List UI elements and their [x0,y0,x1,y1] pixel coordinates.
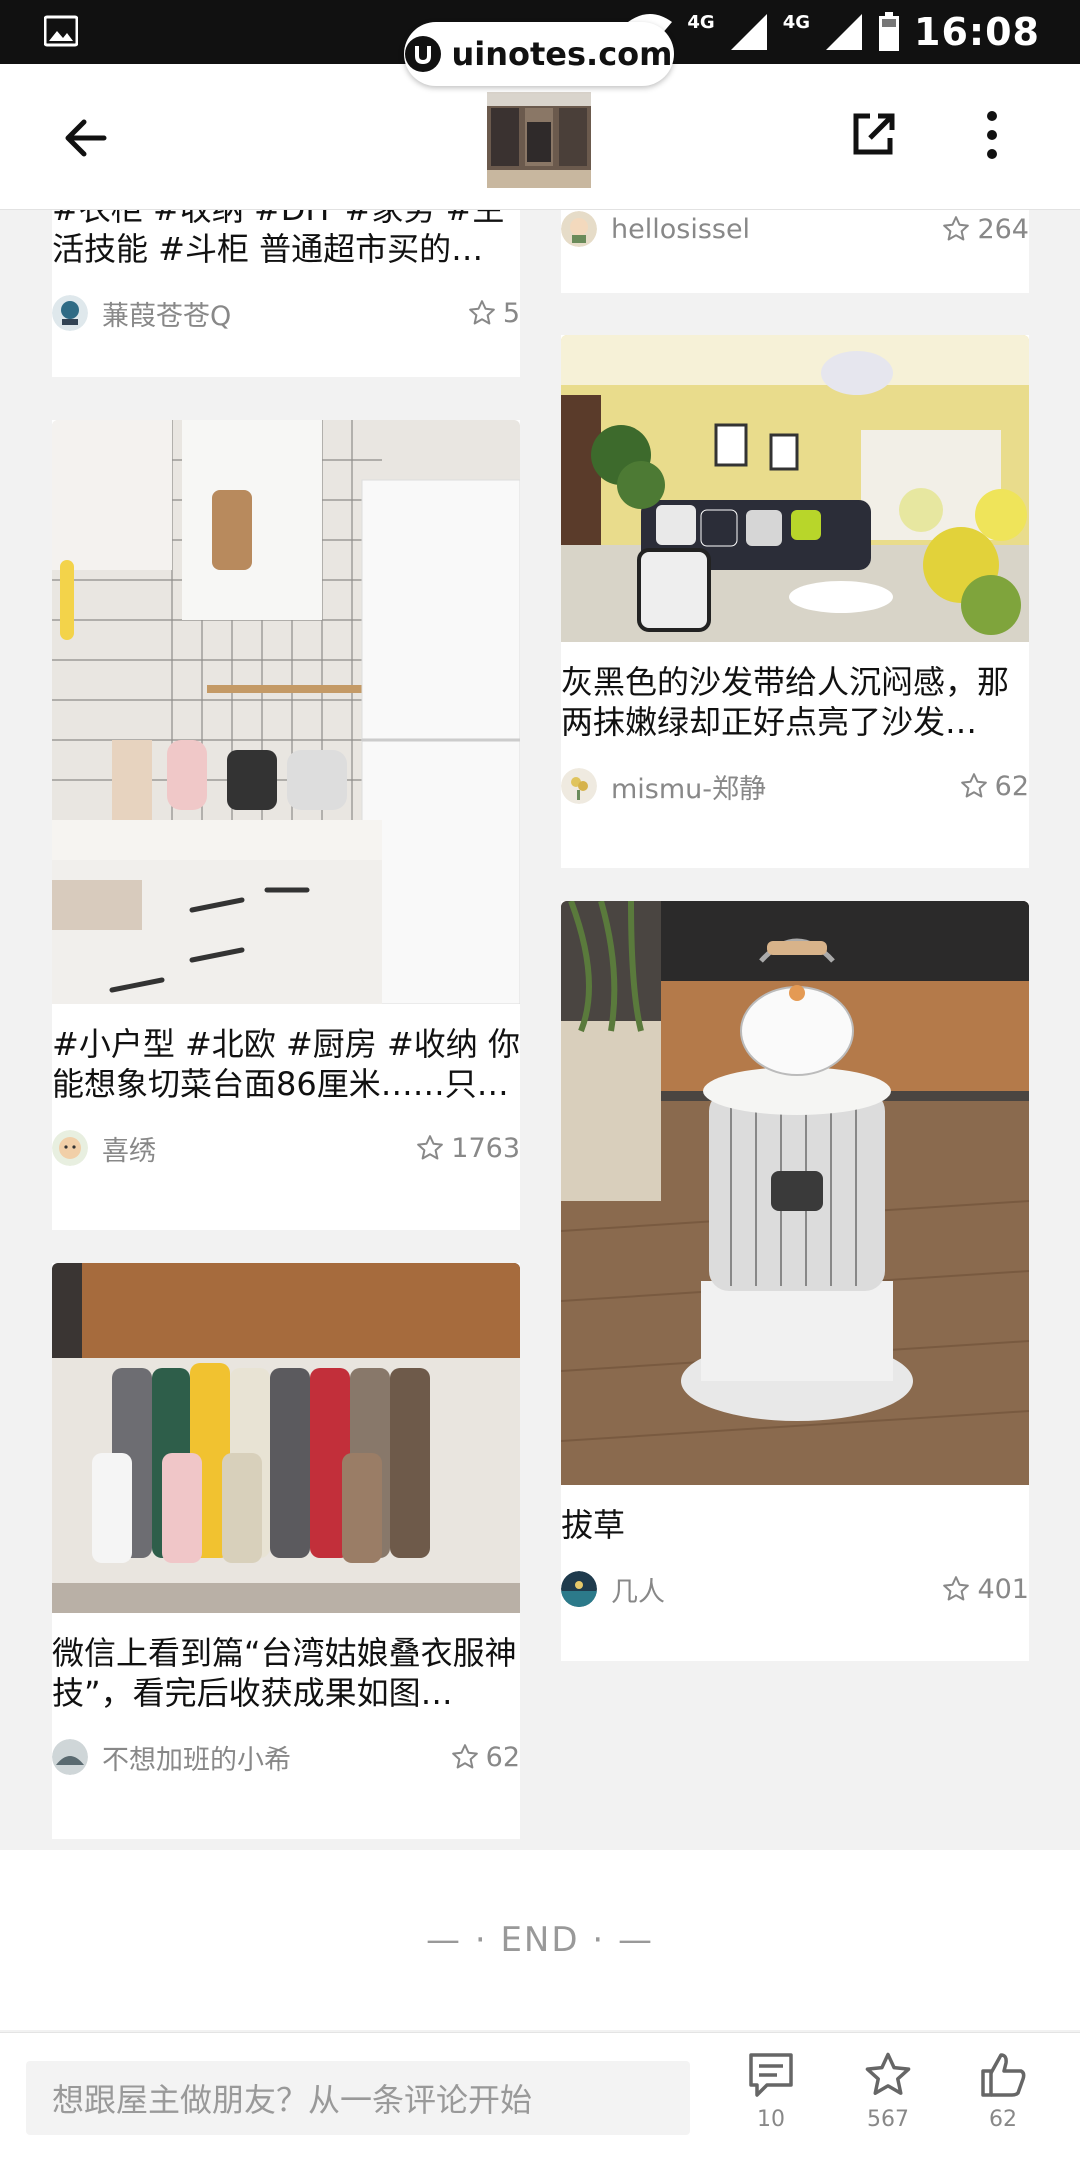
network-type-2: 4G [782,11,811,33]
favorite-count-value: 401 [977,1573,1029,1605]
note-author-row: 喜绣 1763 [52,1128,520,1168]
end-text: — · END · — [426,1920,654,1960]
avatar[interactable] [561,768,597,804]
avatar[interactable] [561,211,597,247]
note-image-heater [561,901,1029,1485]
note-title: #小户型 #北欧 #厨房 #收纳 你能想象切菜台面86厘米……只… [52,1025,520,1103]
comment-icon [749,2053,793,2097]
star-icon [943,1576,970,1601]
note-image-living-room [561,335,1029,642]
star-icon [468,300,495,325]
star-icon [451,1744,478,1769]
comment-input[interactable]: 想跟屋主做朋友？从一条评论开始 [26,2061,690,2135]
favorite-count-value: 1763 [451,1132,520,1164]
avatar[interactable] [561,1571,597,1607]
favorite-count-value: 62 [485,1741,520,1773]
arrow-left-icon [65,119,107,157]
note-author-row: hellosissel 264 [561,209,1029,249]
back-button[interactable] [58,110,114,166]
like-button[interactable]: 62 [958,2049,1048,2159]
favorite-count[interactable]: 62 [959,771,1029,802]
author-name[interactable]: 蒹葭苍苍Q [102,294,467,333]
comments-button[interactable]: 10 [726,2049,816,2159]
watermark-text: uinotes.com [451,35,673,73]
note-card[interactable]: #衣柜 #收纳 #DIY #家务 #生活技能 #斗柜 普通超市买的… 蒹葭苍苍Q… [52,209,520,377]
comments-count: 10 [757,2107,785,2132]
signal-icon [729,12,769,52]
favorite-count-value: 5 [502,297,520,329]
note-image-drawer [52,1263,520,1613]
star-icon [865,2052,911,2095]
bottom-action-bar: 想跟屋主做朋友？从一条评论开始 10 567 62 [0,2032,1080,2161]
favorite-count[interactable]: 1763 [415,1133,520,1164]
note-title: 灰黑色的沙发带给人沉闷感，那两抹嫩绿却正好点亮了沙发… [561,663,1010,741]
uinotes-logo-icon [405,36,442,72]
share-button[interactable] [848,110,898,160]
author-name[interactable]: 几人 [611,1570,941,1609]
favorites-count: 567 [867,2107,909,2132]
favorite-count-value: 264 [977,213,1029,245]
favorite-count[interactable]: 264 [941,214,1029,245]
note-card[interactable]: hellosissel 264 [561,209,1029,293]
note-card[interactable]: 拔草 几人 401 [561,901,1029,1661]
note-card[interactable]: 灰黑色的沙发带给人沉闷感，那两抹嫩绿却正好点亮了沙发… mismu-郑静 62 [561,335,1029,868]
note-title: 微信上看到篇“台湾姑娘叠衣服神技”，看完后收获成果如图… [52,1634,517,1712]
status-time: 16:08 [914,10,1040,54]
watermark-badge: uinotes.com [404,22,674,86]
note-image-kitchen [52,420,520,1004]
network-type-1: 4G [687,11,715,33]
avatar[interactable] [52,1130,88,1166]
more-vertical-icon [987,111,997,159]
gallery-notification-icon [43,14,79,48]
author-name[interactable]: 喜绣 [102,1129,415,1168]
star-icon [943,216,970,241]
favorite-button[interactable]: 567 [843,2049,933,2159]
note-author-row: mismu-郑静 62 [561,766,1029,806]
favorite-count[interactable]: 62 [450,1742,520,1773]
battery-icon [878,12,900,52]
likes-count: 62 [989,2107,1017,2132]
avatar[interactable] [52,1739,88,1775]
note-feed: #衣柜 #收纳 #DIY #家务 #生活技能 #斗柜 普通超市买的… 蒹葭苍苍Q… [0,209,1080,1849]
star-icon [960,773,987,798]
author-name[interactable]: 不想加班的小希 [102,1738,450,1777]
note-author-row: 蒹葭苍苍Q 5 [52,293,520,333]
note-title: 拔草 [561,1506,626,1544]
note-author-row: 不想加班的小希 62 [52,1737,520,1777]
note-author-row: 几人 401 [561,1569,1029,1609]
note-card[interactable]: 微信上看到篇“台湾姑娘叠衣服神技”，看完后收获成果如图… 不想加班的小希 62 [52,1263,520,1839]
note-title: #衣柜 #收纳 #DIY #家务 #生活技能 #斗柜 普通超市买的… [52,209,505,268]
room-thumbnail[interactable] [487,92,591,188]
favorite-count-value: 62 [994,770,1029,802]
more-options-button[interactable] [970,110,1014,160]
star-icon [417,1135,444,1160]
favorite-count[interactable]: 401 [941,1574,1029,1605]
author-name[interactable]: mismu-郑静 [611,767,959,806]
signal-icon-2 [824,12,864,52]
comment-placeholder: 想跟屋主做朋友？从一条评论开始 [52,2081,533,2119]
thumbs-up-icon [981,2053,1026,2097]
end-of-feed: — · END · — [0,1850,1080,2030]
avatar[interactable] [52,295,88,331]
favorite-count[interactable]: 5 [467,298,520,329]
note-card[interactable]: #小户型 #北欧 #厨房 #收纳 你能想象切菜台面86厘米……只… 喜绣 176… [52,420,520,1230]
share-external-icon [853,113,895,155]
author-name[interactable]: hellosissel [611,214,941,245]
